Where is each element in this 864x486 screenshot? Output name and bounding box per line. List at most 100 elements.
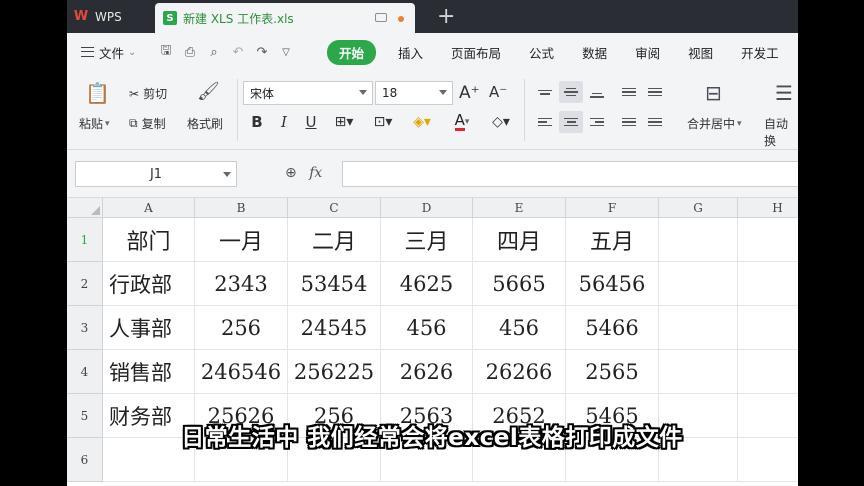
cell-f2[interactable]: 56456 xyxy=(566,262,659,306)
cell-c3[interactable]: 24545 xyxy=(288,306,381,350)
tab-data[interactable]: 数据 xyxy=(568,43,621,62)
merge-center-button[interactable]: 合并居中 ▾ xyxy=(687,115,742,132)
tab-insert[interactable]: 插入 xyxy=(384,43,437,62)
italic-button[interactable]: I xyxy=(274,111,294,133)
cell-c1[interactable]: 二月 xyxy=(288,218,381,262)
align-right-icon[interactable] xyxy=(585,111,609,133)
tab-page-layout[interactable]: 页面布局 xyxy=(437,43,515,62)
save-icon[interactable]: 🖫 xyxy=(157,41,175,63)
select-all-corner[interactable] xyxy=(67,198,103,218)
cell-g3[interactable] xyxy=(659,306,738,350)
customize-dropdown-icon[interactable]: ▽ xyxy=(277,47,295,58)
cell-d2[interactable]: 4625 xyxy=(381,262,473,306)
cell-b1[interactable]: 一月 xyxy=(195,218,288,262)
cell-c2[interactable]: 53454 xyxy=(288,262,381,306)
tab-formulas[interactable]: 公式 xyxy=(515,43,568,62)
print-preview-icon[interactable]: ⌕ xyxy=(205,45,223,60)
paste-button[interactable]: 粘贴 ▾ xyxy=(79,115,110,132)
font-name-select[interactable]: 宋体 xyxy=(243,81,373,105)
cut-button[interactable]: ✂ 剪切 xyxy=(129,85,167,102)
cell-b4[interactable]: 246546 xyxy=(195,350,288,394)
shrink-font-icon[interactable]: A⁻ xyxy=(489,83,507,101)
wps-home-tab[interactable]: W WPS xyxy=(67,0,155,33)
underline-button[interactable]: U xyxy=(301,111,321,133)
column-header-d[interactable]: D xyxy=(381,198,473,218)
column-header-c[interactable]: C xyxy=(288,198,381,218)
name-box[interactable]: J1 xyxy=(75,161,237,187)
cell-a2[interactable]: 行政部 xyxy=(103,262,195,306)
tab-review[interactable]: 审阅 xyxy=(621,43,674,62)
row-header-1[interactable]: 1 xyxy=(67,218,103,262)
fx-icon[interactable]: fx xyxy=(309,165,322,181)
cell-g4[interactable] xyxy=(659,350,738,394)
cell-a4[interactable]: 销售部 xyxy=(103,350,195,394)
cell-b3[interactable]: 256 xyxy=(195,306,288,350)
align-left-icon[interactable] xyxy=(533,111,557,133)
copy-button[interactable]: ⧉ 复制 xyxy=(129,115,166,132)
align-bottom-icon[interactable] xyxy=(585,81,609,103)
print-icon[interactable]: ⎙ xyxy=(181,45,199,60)
merge-center-icon[interactable]: ⊟ xyxy=(705,81,722,105)
align-center-icon[interactable] xyxy=(559,111,583,133)
cell-d1[interactable]: 三月 xyxy=(381,218,473,262)
cell-a1[interactable]: 部门 xyxy=(103,218,195,262)
format-painter-button[interactable]: 格式刷 xyxy=(187,115,223,132)
cell-h2[interactable] xyxy=(738,262,798,306)
font-color-button[interactable]: A ▾ xyxy=(447,111,477,133)
format-painter-icon[interactable]: 🖌 xyxy=(197,81,220,102)
clear-format-icon[interactable]: ◇▾ xyxy=(485,111,517,133)
align-top-icon[interactable] xyxy=(533,81,557,103)
increase-indent-icon[interactable] xyxy=(643,81,667,103)
redo-icon[interactable]: ↷ xyxy=(253,45,271,60)
zoom-search-icon[interactable]: ⊕ xyxy=(285,165,297,181)
decrease-indent-icon[interactable] xyxy=(617,81,641,103)
document-tab[interactable]: S 新建 XLS 工作表.xls xyxy=(155,3,415,33)
tab-developer[interactable]: 开发工 xyxy=(727,43,793,62)
tab-home[interactable]: 开始 xyxy=(327,39,377,65)
align-middle-icon[interactable] xyxy=(559,81,583,103)
cell-h4[interactable] xyxy=(738,350,798,394)
cell-a3[interactable]: 人事部 xyxy=(103,306,195,350)
cell-e4[interactable]: 26266 xyxy=(473,350,566,394)
column-header-b[interactable]: B xyxy=(195,198,288,218)
row-header-3[interactable]: 3 xyxy=(67,306,103,350)
new-tab-button[interactable]: + xyxy=(437,3,455,31)
tab-view[interactable]: 视图 xyxy=(674,43,727,62)
cell-f4[interactable]: 2565 xyxy=(566,350,659,394)
distribute-icon[interactable] xyxy=(643,111,667,133)
borders-icon[interactable]: ⊞▾ xyxy=(329,111,359,133)
justify-icon[interactable] xyxy=(617,111,641,133)
font-size-select[interactable]: 18 xyxy=(375,81,453,105)
cell-h3[interactable] xyxy=(738,306,798,350)
undo-icon[interactable]: ↶ xyxy=(229,45,247,60)
column-header-g[interactable]: G xyxy=(659,198,738,218)
cell-c4[interactable]: 256225 xyxy=(288,350,381,394)
cell-g1[interactable] xyxy=(659,218,738,262)
cell-style-icon[interactable]: ⊡▾ xyxy=(367,111,399,133)
wrap-text-button[interactable]: 自动换 xyxy=(764,115,798,149)
column-header-f[interactable]: F xyxy=(566,198,659,218)
monitor-icon[interactable] xyxy=(375,13,387,22)
cell-e1[interactable]: 四月 xyxy=(473,218,566,262)
column-header-e[interactable]: E xyxy=(473,198,566,218)
grow-font-icon[interactable]: A⁺ xyxy=(459,83,480,103)
cell-d4[interactable]: 2626 xyxy=(381,350,473,394)
cell-h1[interactable] xyxy=(738,218,798,262)
cell-b2[interactable]: 2343 xyxy=(195,262,288,306)
cell-e3[interactable]: 456 xyxy=(473,306,566,350)
column-header-h[interactable]: H xyxy=(738,198,798,218)
cell-f3[interactable]: 5466 xyxy=(566,306,659,350)
row-header-4[interactable]: 4 xyxy=(67,350,103,394)
formula-input[interactable] xyxy=(342,161,798,187)
bold-button[interactable]: B xyxy=(247,111,267,133)
cell-g2[interactable] xyxy=(659,262,738,306)
cell-f1[interactable]: 五月 xyxy=(566,218,659,262)
cell-d3[interactable]: 456 xyxy=(381,306,473,350)
paste-icon[interactable]: 📋 xyxy=(85,81,110,105)
file-menu[interactable]: 文件 ⌄ xyxy=(67,43,157,62)
cell-e2[interactable]: 5665 xyxy=(473,262,566,306)
fill-color-icon[interactable]: ◈▾ xyxy=(407,111,437,133)
wrap-text-icon[interactable]: ☰ xyxy=(775,81,793,105)
row-header-2[interactable]: 2 xyxy=(67,262,103,306)
column-header-a[interactable]: A xyxy=(103,198,195,218)
